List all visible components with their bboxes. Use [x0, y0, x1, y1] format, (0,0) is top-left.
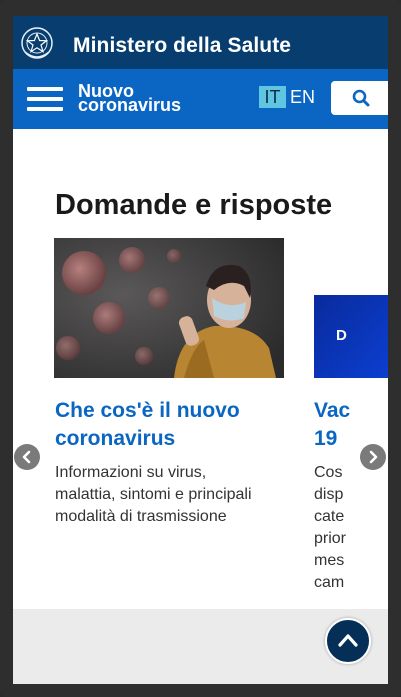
ministry-header: Ministero della Salute: [13, 16, 388, 69]
scroll-to-top-button[interactable]: [325, 618, 371, 664]
card-image-coronavirus[interactable]: [54, 238, 284, 378]
card2-image-letter: D: [336, 327, 347, 344]
search-button[interactable]: [331, 81, 388, 115]
page-heading: Domande e risposte: [55, 189, 333, 221]
card-description-vaccine: Cos disp cate prior mes cam: [314, 462, 388, 594]
language-en-link[interactable]: EN: [290, 86, 315, 108]
chevron-up-icon: [338, 634, 358, 647]
main-content: Domande e risposte Che cos'è il nuovo co…: [13, 129, 388, 609]
ministry-title[interactable]: Ministero della Salute: [73, 34, 291, 58]
card-image-vaccine[interactable]: D: [314, 295, 388, 378]
search-icon: [352, 89, 370, 107]
chevron-left-icon: [22, 450, 31, 464]
card-description-coronavirus: Informazioni su virus, malattia, sintomi…: [55, 462, 295, 528]
card-desc-line: Informazioni su virus,: [55, 464, 207, 481]
card-title-line: coronavirus: [55, 427, 176, 450]
card-desc-line: prior: [314, 530, 347, 547]
card-desc-line: cate: [314, 508, 345, 525]
card-desc-line: disp: [314, 486, 344, 503]
card-title-line: Vac: [314, 399, 351, 422]
carousel-prev-button[interactable]: [14, 444, 40, 470]
chevron-right-icon: [369, 450, 378, 464]
section-nav-bar: Nuovo coronavirus IT EN: [13, 69, 388, 129]
section-title-line2: coronavirus: [78, 95, 182, 115]
card-desc-line: modalità di trasmissione: [55, 508, 227, 525]
card-desc-line: mes: [314, 552, 345, 569]
card-title-coronavirus[interactable]: Che cos'è il nuovo coronavirus: [55, 397, 295, 453]
phone-screen: Ministero della Salute Nuovo coronavirus…: [13, 16, 388, 684]
section-title[interactable]: Nuovo coronavirus: [78, 82, 182, 115]
language-it-link[interactable]: IT: [259, 86, 286, 108]
card-desc-line: cam: [314, 574, 345, 591]
card-title-line: Che cos'è il nuovo: [55, 399, 240, 422]
italian-republic-emblem-icon[interactable]: [17, 22, 57, 62]
hamburger-menu-icon[interactable]: [27, 85, 63, 113]
carousel-next-button[interactable]: [360, 444, 386, 470]
card-desc-line: malattia, sintomi e principali: [55, 486, 252, 503]
